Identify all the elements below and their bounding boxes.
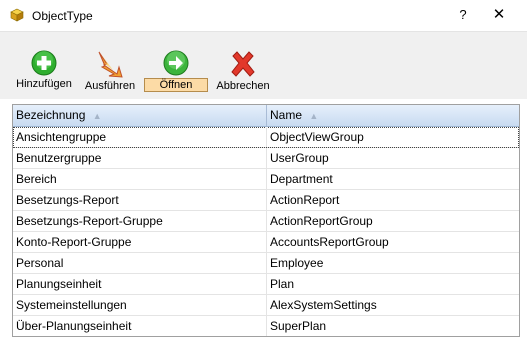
table-row[interactable]: Besetzungs-Report ActionReport — [13, 190, 519, 211]
add-button[interactable]: Hinzufügen — [14, 50, 74, 98]
table-row[interactable]: Planungseinheit Plan — [13, 274, 519, 295]
open-button[interactable]: Öffnen — [144, 50, 208, 98]
cell-name: ObjectViewGroup — [270, 130, 364, 144]
grid-header: Bezeichnung ▲ Name ▲ — [13, 105, 519, 127]
green-arrow-right-icon — [163, 50, 189, 76]
table-row[interactable]: Besetzungs-Report-Gruppe ActionReportGro… — [13, 211, 519, 232]
column-header-bezeichnung[interactable]: Bezeichnung ▲ — [13, 105, 267, 126]
table-row[interactable]: Ansichtengruppe ObjectViewGroup — [13, 127, 519, 148]
cell-name: Department — [270, 172, 333, 186]
cell-bezeichnung: Besetzungs-Report — [13, 190, 267, 210]
add-label: Hinzufügen — [16, 78, 72, 90]
table-row[interactable]: Systemeinstellungen AlexSystemSettings — [13, 295, 519, 316]
cell-bezeichnung: Systemeinstellungen — [13, 295, 267, 315]
table-row[interactable]: Personal Employee — [13, 253, 519, 274]
column-header-name[interactable]: Name ▲ — [267, 105, 519, 126]
cell-bezeichnung: Konto-Report-Gruppe — [13, 232, 267, 252]
open-label: Öffnen — [144, 78, 208, 92]
cell-bezeichnung: Planungseinheit — [13, 274, 267, 294]
table-row[interactable]: Über-Planungseinheit SuperPlan — [13, 316, 519, 336]
cell-bezeichnung: Bereich — [13, 169, 267, 189]
cell-bezeichnung: Benutzergruppe — [13, 148, 267, 168]
cell-name: Plan — [270, 277, 295, 291]
sort-ascending-icon: ▲ — [309, 111, 319, 121]
cell-bezeichnung: Besetzungs-Report-Gruppe — [13, 211, 267, 231]
object-type-grid[interactable]: Bezeichnung ▲ Name ▲ Ansichtengruppe Obj… — [12, 104, 520, 337]
table-row[interactable]: Benutzergruppe UserGroup — [13, 148, 519, 169]
green-plus-icon — [31, 50, 57, 76]
cell-bezeichnung: Ansichtengruppe — [13, 127, 267, 147]
lightning-arrow-icon — [98, 51, 123, 78]
window-title: ObjectType — [32, 9, 93, 23]
red-x-icon — [231, 51, 255, 77]
column-label: Bezeichnung — [16, 108, 86, 122]
cell-name: UserGroup — [270, 151, 329, 165]
run-button[interactable]: Ausführen — [82, 50, 138, 98]
cancel-button[interactable]: Abbrechen — [214, 50, 272, 98]
cancel-label: Abbrechen — [216, 80, 270, 92]
toolbar: Hinzufügen Ausführen Öffnen Abbrechen — [0, 31, 527, 99]
sort-ascending-icon: ▲ — [92, 111, 102, 121]
cell-name: ActionReport — [270, 193, 340, 207]
run-label: Ausführen — [84, 80, 136, 92]
close-button[interactable]: ✕ — [488, 4, 510, 26]
cell-name: ActionReportGroup — [270, 214, 373, 228]
app-cube-icon — [10, 8, 24, 22]
cell-name: AccountsReportGroup — [270, 235, 389, 249]
help-button[interactable]: ? — [452, 4, 474, 26]
title-bar: ObjectType ? ✕ — [0, 0, 527, 31]
table-row[interactable]: Bereich Department — [13, 169, 519, 190]
cell-name: SuperPlan — [270, 319, 327, 333]
cell-name: AlexSystemSettings — [270, 298, 377, 312]
cell-bezeichnung: Über-Planungseinheit — [13, 316, 267, 336]
column-label: Name — [270, 108, 303, 122]
table-row[interactable]: Konto-Report-Gruppe AccountsReportGroup — [13, 232, 519, 253]
cell-bezeichnung: Personal — [13, 253, 267, 273]
cell-name: Employee — [270, 256, 324, 270]
